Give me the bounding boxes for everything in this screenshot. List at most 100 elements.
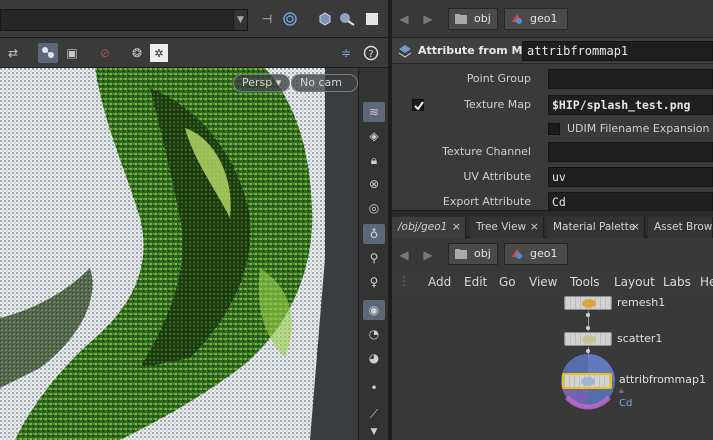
help-icon[interactable]: ?	[362, 44, 380, 62]
udim-checkbox[interactable]	[548, 123, 560, 135]
node-attribfrommap1[interactable]	[562, 373, 612, 389]
export-attribute-field[interactable]: Cd	[548, 192, 713, 212]
no-entry-icon[interactable]: ⊘	[96, 44, 114, 62]
maximize-icon[interactable]	[363, 10, 381, 28]
wireframe-icon[interactable]: ◈	[363, 126, 385, 146]
geometry-icon[interactable]	[316, 10, 334, 28]
network-tabbar: /obj/geo1 × Tree View × Material Palette × …	[392, 216, 713, 238]
measure-icon[interactable]: ⟋	[363, 404, 385, 424]
texture-map-field[interactable]: $HIP/splash_test.png	[548, 95, 713, 115]
udim-label: UDIM Filename Expansion	[567, 122, 710, 135]
chevron-down-icon[interactable]: ▼	[233, 10, 247, 30]
breadcrumb-geo1-label: geo1	[530, 12, 558, 25]
point-icon[interactable]: •	[363, 378, 385, 398]
output-connector[interactable]	[586, 313, 590, 317]
menu-go[interactable]: Go	[499, 275, 516, 289]
scroll-down-icon[interactable]: ▼	[363, 424, 385, 440]
eye-icon[interactable]: ◔	[363, 324, 385, 344]
geo-node-icon	[512, 14, 522, 24]
node-attribfrommap1-sublabel: Cd	[619, 398, 633, 409]
menu-add[interactable]: Add	[428, 275, 451, 289]
point-group-label: Point Group	[466, 72, 531, 85]
tab-material-palette[interactable]: Material Palette ×	[547, 217, 645, 238]
visibility-icon[interactable]: ◕	[363, 348, 385, 368]
scene-viewport[interactable]: Persp ▾ No cam ▾	[0, 68, 358, 440]
checkmark-icon	[414, 101, 424, 111]
camera-label: No cam	[300, 76, 342, 89]
viewport-side-toolbar: ≋ ◈ 🔒︎ ⊗ ◎ ♁ ⚲ ♀ ◉ ◔ ◕ • ⟋ ▼	[358, 68, 388, 440]
transform-handle-icon[interactable]: ⇄	[4, 44, 22, 62]
network-path-bar: ◀ ▶ obj geo1	[392, 238, 713, 272]
breadcrumb-geo1[interactable]: geo1	[504, 8, 568, 30]
breadcrumb-obj-label: obj	[474, 12, 491, 25]
tools-list-icon[interactable]: ≑	[337, 44, 355, 62]
view-tool-icon[interactable]	[38, 43, 58, 63]
close-icon[interactable]: ×	[530, 217, 539, 237]
shaded-icon[interactable]: ◉	[363, 300, 385, 320]
parameter-list: Point Group Texture Map $HIP/splash_test…	[392, 64, 713, 212]
folder-icon	[455, 249, 467, 259]
tab-label: Asset Browse	[654, 221, 713, 233]
texture-map-checkbox[interactable]	[412, 99, 424, 111]
breadcrumb-obj[interactable]: obj	[448, 243, 498, 265]
target-icon[interactable]	[281, 10, 299, 28]
camera-view-icon[interactable]: ▣	[63, 44, 81, 62]
texture-map-label: Texture Map	[464, 98, 531, 111]
param-header: Attribute from Map attribfrommap1	[392, 38, 713, 64]
input-connector[interactable]	[586, 326, 590, 330]
scene-toolbar: ▼ ⊣	[0, 0, 388, 38]
node-scatter1-label: scatter1	[617, 332, 663, 345]
point-group-field[interactable]	[548, 69, 713, 89]
desktop-dropdown[interactable]: ▼	[0, 9, 248, 31]
node-attribfrommap1-label: attribfrommap1	[619, 373, 706, 386]
pin-icon[interactable]: ⊣	[258, 10, 276, 28]
xray-icon[interactable]: ⊗	[363, 174, 385, 194]
close-icon[interactable]: ×	[631, 217, 640, 237]
right-panes: ◀ ▶ obj geo1 Attribute from Map attribfr…	[392, 0, 713, 440]
settings-icon[interactable]: ✲	[150, 44, 168, 62]
network-editor[interactable]: remesh1 scatter1 attribfrommap1 🔒︎ Cd	[392, 294, 713, 440]
uv-attribute-field[interactable]: uv	[548, 167, 713, 187]
back-arrow-icon[interactable]: ◀	[396, 10, 412, 28]
camera-menu[interactable]: No cam ▾	[291, 74, 358, 105]
persp-menu[interactable]: Persp ▾	[233, 74, 291, 92]
scatter-node-icon	[582, 335, 596, 344]
network-menubar: ⋮ Add Edit Go View Tools Layout Labs He	[392, 272, 713, 294]
folder-icon	[455, 14, 467, 24]
menu-layout[interactable]: Layout	[614, 275, 655, 289]
export-attribute-label: Export Attribute	[442, 195, 531, 208]
lock-icon: 🔒︎	[619, 386, 624, 396]
forward-arrow-icon[interactable]: ▶	[420, 246, 436, 264]
menu-labs[interactable]: Labs	[663, 275, 691, 289]
uv-attribute-label: UV Attribute	[463, 170, 531, 183]
snap-icon[interactable]: ❂	[128, 44, 146, 62]
menu-help[interactable]: He	[700, 275, 713, 289]
ghost-icon[interactable]: ◎	[363, 198, 385, 218]
menu-view[interactable]: View	[529, 275, 557, 289]
menu-tools[interactable]: Tools	[570, 275, 600, 289]
menu-edit[interactable]: Edit	[464, 275, 487, 289]
display-options-icon[interactable]	[338, 10, 356, 28]
attrib-from-map-icon	[398, 45, 412, 58]
viewport-toolbar: ⇄ ▣ ⊘ ❂ ✲ ≑ ?	[0, 38, 388, 68]
scatter-render	[0, 68, 358, 440]
lock-icon[interactable]: 🔒︎	[363, 150, 385, 170]
back-arrow-icon[interactable]: ◀	[396, 246, 412, 264]
close-icon[interactable]: ×	[452, 217, 461, 237]
remesh-node-icon	[582, 299, 596, 308]
node-remesh1[interactable]	[564, 296, 612, 310]
tab-obj-geo1[interactable]: /obj/geo1 ×	[392, 217, 466, 238]
light-icon[interactable]: ♁	[363, 224, 385, 244]
texture-channel-field[interactable]	[548, 142, 713, 162]
tab-tree-view[interactable]: Tree View ×	[470, 217, 544, 238]
node-name-field[interactable]: attribfrommap1	[522, 41, 713, 61]
breadcrumb-obj[interactable]: obj	[448, 8, 498, 30]
display-mode-icon[interactable]: ≋	[363, 102, 385, 122]
texture-channel-label: Texture Channel	[442, 145, 531, 158]
forward-arrow-icon[interactable]: ▶	[420, 10, 436, 28]
tab-asset-browser[interactable]: Asset Browse	[648, 217, 713, 238]
headlight-icon[interactable]: ♀	[363, 272, 385, 292]
node-scatter1[interactable]	[564, 332, 612, 346]
bulb-icon[interactable]: ⚲	[363, 248, 385, 268]
breadcrumb-geo1[interactable]: geo1	[504, 243, 568, 265]
